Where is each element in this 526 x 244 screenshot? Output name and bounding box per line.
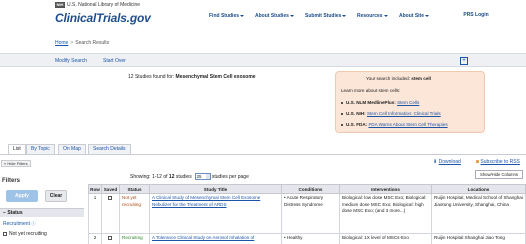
medlineplus-link[interactable]: Stem Cells [397,100,419,105]
nav-about-site[interactable]: About Site [399,13,429,19]
col-interventions[interactable]: Interventions [339,184,432,194]
nav-about-studies[interactable]: About Studies [255,13,294,19]
nav-find-studies[interactable]: Find Studies [209,13,244,19]
nih-logo[interactable]: NIH [55,2,65,8]
col-locations[interactable]: Locations [431,184,526,194]
not-yet-recruiting-option[interactable]: Not yet recruiting [3,231,47,237]
paging-info: Showing: 1-12 of 12 studies 25 studies p… [130,173,249,180]
fda-warning-link[interactable]: FDA Warns About Stem Cell Therapies [368,122,447,127]
chevron-down-icon [342,14,347,17]
status-badge: Recruiting [119,233,150,244]
start-over-link[interactable]: Start Over [103,58,126,64]
tab-on-map[interactable]: On Map [58,144,86,154]
breadcrumb-current: Search Results [75,40,110,46]
study-title-link[interactable]: A Clinical Study of Mesenchymal Stem Cel… [149,193,282,234]
per-page-select[interactable]: 25 [194,173,211,180]
save-checkbox[interactable] [107,235,112,240]
search-included: Your search included: stem cell [366,76,431,81]
chevron-down-icon [205,174,210,179]
save-checkbox-cell [101,193,120,234]
chevron-down-icon [425,14,429,17]
rss-icon: ◙ [476,159,480,165]
row-number: 2 [88,233,102,244]
clear-button[interactable]: Clear [45,190,67,202]
breadcrumb-separator: > [70,40,74,46]
table-row: 2 Recruiting A Tolerance Clinical Study … [88,233,526,244]
chevron-down-icon [289,14,294,17]
col-status[interactable]: Status [119,184,150,194]
results-summary: 12 Studies found for: Mesenchymal Stem C… [128,74,256,80]
search-toolbar: Modify Search Start Over + [0,53,526,67]
nih-title[interactable]: U.S. National Library of Medicine [67,2,140,8]
col-row[interactable]: Row [88,184,102,194]
conditions-cell: • Acute Respiratory Distress Syndrome [281,193,340,234]
locations-cell: Ruijin Hospital, Medical School of Shang… [431,193,526,234]
col-saved[interactable]: Saved [101,184,120,194]
info-item-nih: U.S. NIH: Stem Cell Information: Clinica… [341,111,441,116]
recruitment-filter-label[interactable]: Recruitment ⓘ [3,221,35,227]
nav-submit-studies[interactable]: Submit Studies [305,13,347,19]
hide-filters-button[interactable]: « Hide Filters [1,160,31,167]
subscribe-rss-link[interactable]: ◙ Subscribe to RSS [476,159,520,165]
clinicaltrials-logo[interactable]: ClinicalTrials.gov [55,11,151,25]
bullet-icon [341,101,343,104]
bullet-icon [341,123,343,126]
info-item-medlineplus: U.S. NLM MedlinePlus: Stem Cells [341,100,419,105]
interventions-cell: Biological: low dose MSC Exo; Biological… [339,193,432,234]
breadcrumb-home[interactable]: Home [55,40,68,46]
bullet-icon [341,112,343,115]
results-table: Row Saved Status Study Title Conditions … [88,184,526,244]
tab-divider [0,154,526,155]
chevron-down-icon [240,14,244,17]
col-study-title[interactable]: Study Title [149,184,282,194]
nih-stem-cell-link[interactable]: Stem Cell Information: Clinical Trials [367,111,441,116]
status-badge: Not yet recruiting [119,193,150,234]
save-checkbox-cell [101,233,120,244]
results-count: 12 Studies found for: [128,74,175,80]
info-item-fda: U.S. FDA: FDA Warns About Stem Cell Ther… [341,122,448,127]
filters-heading: Filters [2,178,21,184]
prs-login-button[interactable]: PRS Login [462,11,490,20]
info-icon: ⓘ [31,221,36,226]
download-link[interactable]: ⬇ Download [433,159,461,165]
results-query: Mesenchymal Stem Cell exosome [175,74,256,80]
conditions-cell: • Healthy [281,233,340,244]
tab-search-details[interactable]: Search Details [88,144,131,154]
study-title-link[interactable]: A Tolerance Clinical Study on Aerosol In… [149,233,282,244]
modify-search-link[interactable]: Modify Search [55,58,87,64]
nav-resources[interactable]: Resources [357,13,388,19]
learn-more-text: Learn more about stem cells: [341,88,401,93]
site-header: NIH U.S. National Library of Medicine Cl… [0,0,526,36]
collapse-icon: « [4,161,7,166]
tab-list[interactable]: List [8,144,26,154]
row-number: 1 [88,193,102,234]
collapse-icon: − [3,210,6,216]
show-hide-columns-button[interactable]: Show/Hide Columns [475,170,523,179]
chevron-down-icon [383,14,388,17]
expand-icon[interactable]: + [460,57,468,65]
checkbox[interactable] [3,231,7,236]
interventions-cell: Biological: 1X level of MSCs-Exo [339,233,432,244]
breadcrumb: Home > Search Results [55,40,109,46]
save-checkbox[interactable] [107,195,112,200]
tab-by-topic[interactable]: By Topic [26,144,55,154]
apply-button[interactable]: Apply [6,190,38,202]
download-icon: ⬇ [433,159,438,165]
col-conditions[interactable]: Conditions [281,184,340,194]
stem-cell-info-box: Your search included: stem cell Learn mo… [335,71,485,133]
table-row: 1 Not yet recruiting A Clinical Study of… [88,193,526,234]
status-filter-header[interactable]: − Status [0,208,84,217]
table-header-row: Row Saved Status Study Title Conditions … [88,184,526,194]
locations-cell: Ruijin Hospital Shanghai Jiao Tong [431,233,526,244]
